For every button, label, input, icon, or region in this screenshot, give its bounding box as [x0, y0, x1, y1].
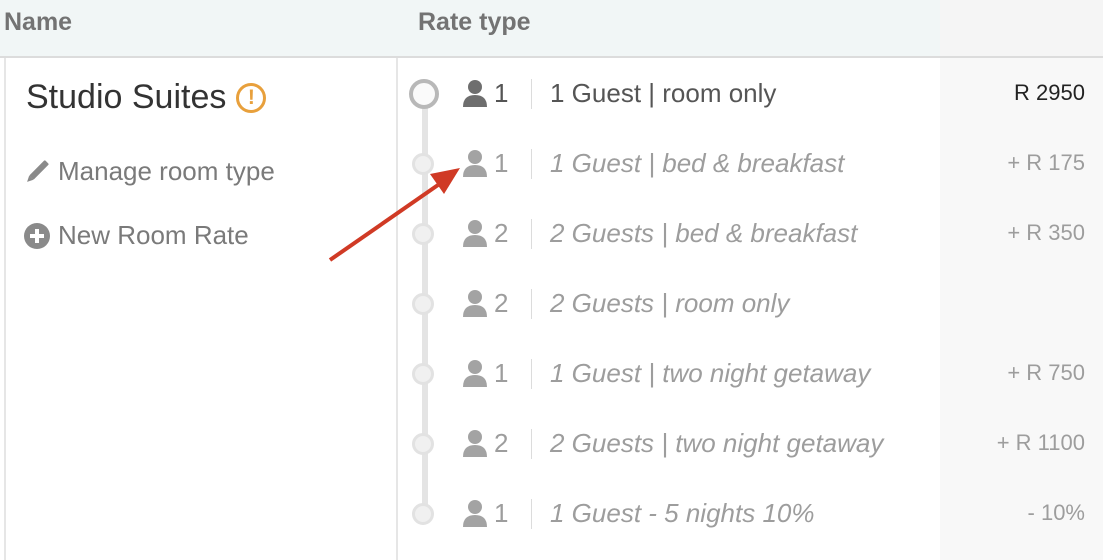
guest-count-value: 2 [494, 427, 509, 458]
rate-name[interactable]: 2 Guests | two night getaway [550, 428, 883, 459]
divider [531, 359, 532, 389]
guest-count-value: 1 [494, 147, 509, 178]
manage-room-type-label: Manage room type [58, 156, 275, 186]
person-icon [463, 80, 487, 107]
new-room-rate-label: New Room Rate [58, 220, 249, 250]
guest-count: 1 [462, 78, 508, 108]
table-header: Name Rate type [0, 0, 1103, 58]
guest-count: 1 [462, 358, 508, 388]
rate-row[interactable]: 1 1 Guest | two night getaway + R 750 [396, 338, 1103, 408]
rate-price: + R 175 [1007, 150, 1085, 175]
warning-icon[interactable]: ! [236, 82, 267, 113]
divider [531, 79, 532, 109]
divider [531, 149, 532, 179]
rate-price: + R 350 [1007, 220, 1085, 245]
guest-count: 2 [462, 428, 508, 458]
timeline-dot [412, 503, 434, 525]
person-icon [463, 430, 487, 457]
person-icon [463, 500, 487, 527]
rate-price: + R 750 [1007, 360, 1085, 385]
rate-name[interactable]: 2 Guests | room only [550, 288, 789, 319]
rate-name[interactable]: 1 Guest - 5 nights 10% [550, 498, 814, 529]
rate-price: + R 1100 [996, 430, 1085, 455]
guest-count: 2 [462, 288, 508, 318]
rate-name[interactable]: 1 Guest | two night getaway [550, 358, 870, 389]
guest-count: 2 [462, 218, 508, 248]
new-room-rate-link[interactable]: New Room Rate [24, 220, 249, 251]
guest-count: 1 [462, 498, 508, 528]
room-title: Studio Suites ! [26, 78, 267, 117]
rate-type-column-header: Rate type [418, 8, 531, 36]
rate-price: - 10% [1027, 500, 1085, 525]
timeline-dot [412, 153, 434, 175]
rate-row[interactable]: 2 2 Guests | two night getaway + R 1100 [396, 408, 1103, 478]
person-icon [463, 360, 487, 387]
manage-room-type-link[interactable]: Manage room type [24, 156, 275, 187]
room-type-panel: Studio Suites ! Manage room type New Roo… [4, 58, 398, 560]
room-title-text: Studio Suites [26, 78, 227, 116]
price-column-header [940, 0, 1103, 56]
person-icon [463, 150, 487, 177]
timeline-dot [412, 433, 434, 455]
timeline-dot [412, 363, 434, 385]
guest-count-value: 1 [494, 497, 509, 528]
timeline-dot [409, 79, 439, 109]
guest-count-value: 2 [494, 287, 509, 318]
rate-price: R 2950 [1014, 80, 1085, 105]
plus-circle-icon [24, 222, 50, 249]
guest-count: 1 [462, 148, 508, 178]
guest-count-value: 2 [494, 217, 509, 248]
person-icon [463, 290, 487, 317]
rate-name[interactable]: 1 Guest | bed & breakfast [550, 148, 844, 179]
name-column-header: Name [4, 8, 73, 36]
rate-name[interactable]: 1 Guest | room only [550, 78, 776, 109]
rate-row[interactable]: 2 2 Guests | room only [396, 268, 1103, 338]
divider [531, 219, 532, 249]
timeline-dot [412, 223, 434, 245]
rate-row[interactable]: 1 1 Guest - 5 nights 10% - 10% [396, 478, 1103, 548]
guest-count-value: 1 [494, 77, 509, 108]
person-icon [463, 220, 487, 247]
rate-row[interactable]: 1 1 Guest | bed & breakfast + R 175 [396, 128, 1103, 198]
guest-count-value: 1 [494, 357, 509, 388]
rate-row[interactable]: 1 1 Guest | room only R 2950 [396, 58, 1103, 128]
divider [531, 499, 532, 529]
divider [531, 289, 532, 319]
pencil-icon [27, 159, 49, 182]
rate-row[interactable]: 2 2 Guests | bed & breakfast + R 350 [396, 198, 1103, 268]
rate-name[interactable]: 2 Guests | bed & breakfast [550, 218, 857, 249]
timeline-dot [412, 293, 434, 315]
divider [531, 429, 532, 459]
